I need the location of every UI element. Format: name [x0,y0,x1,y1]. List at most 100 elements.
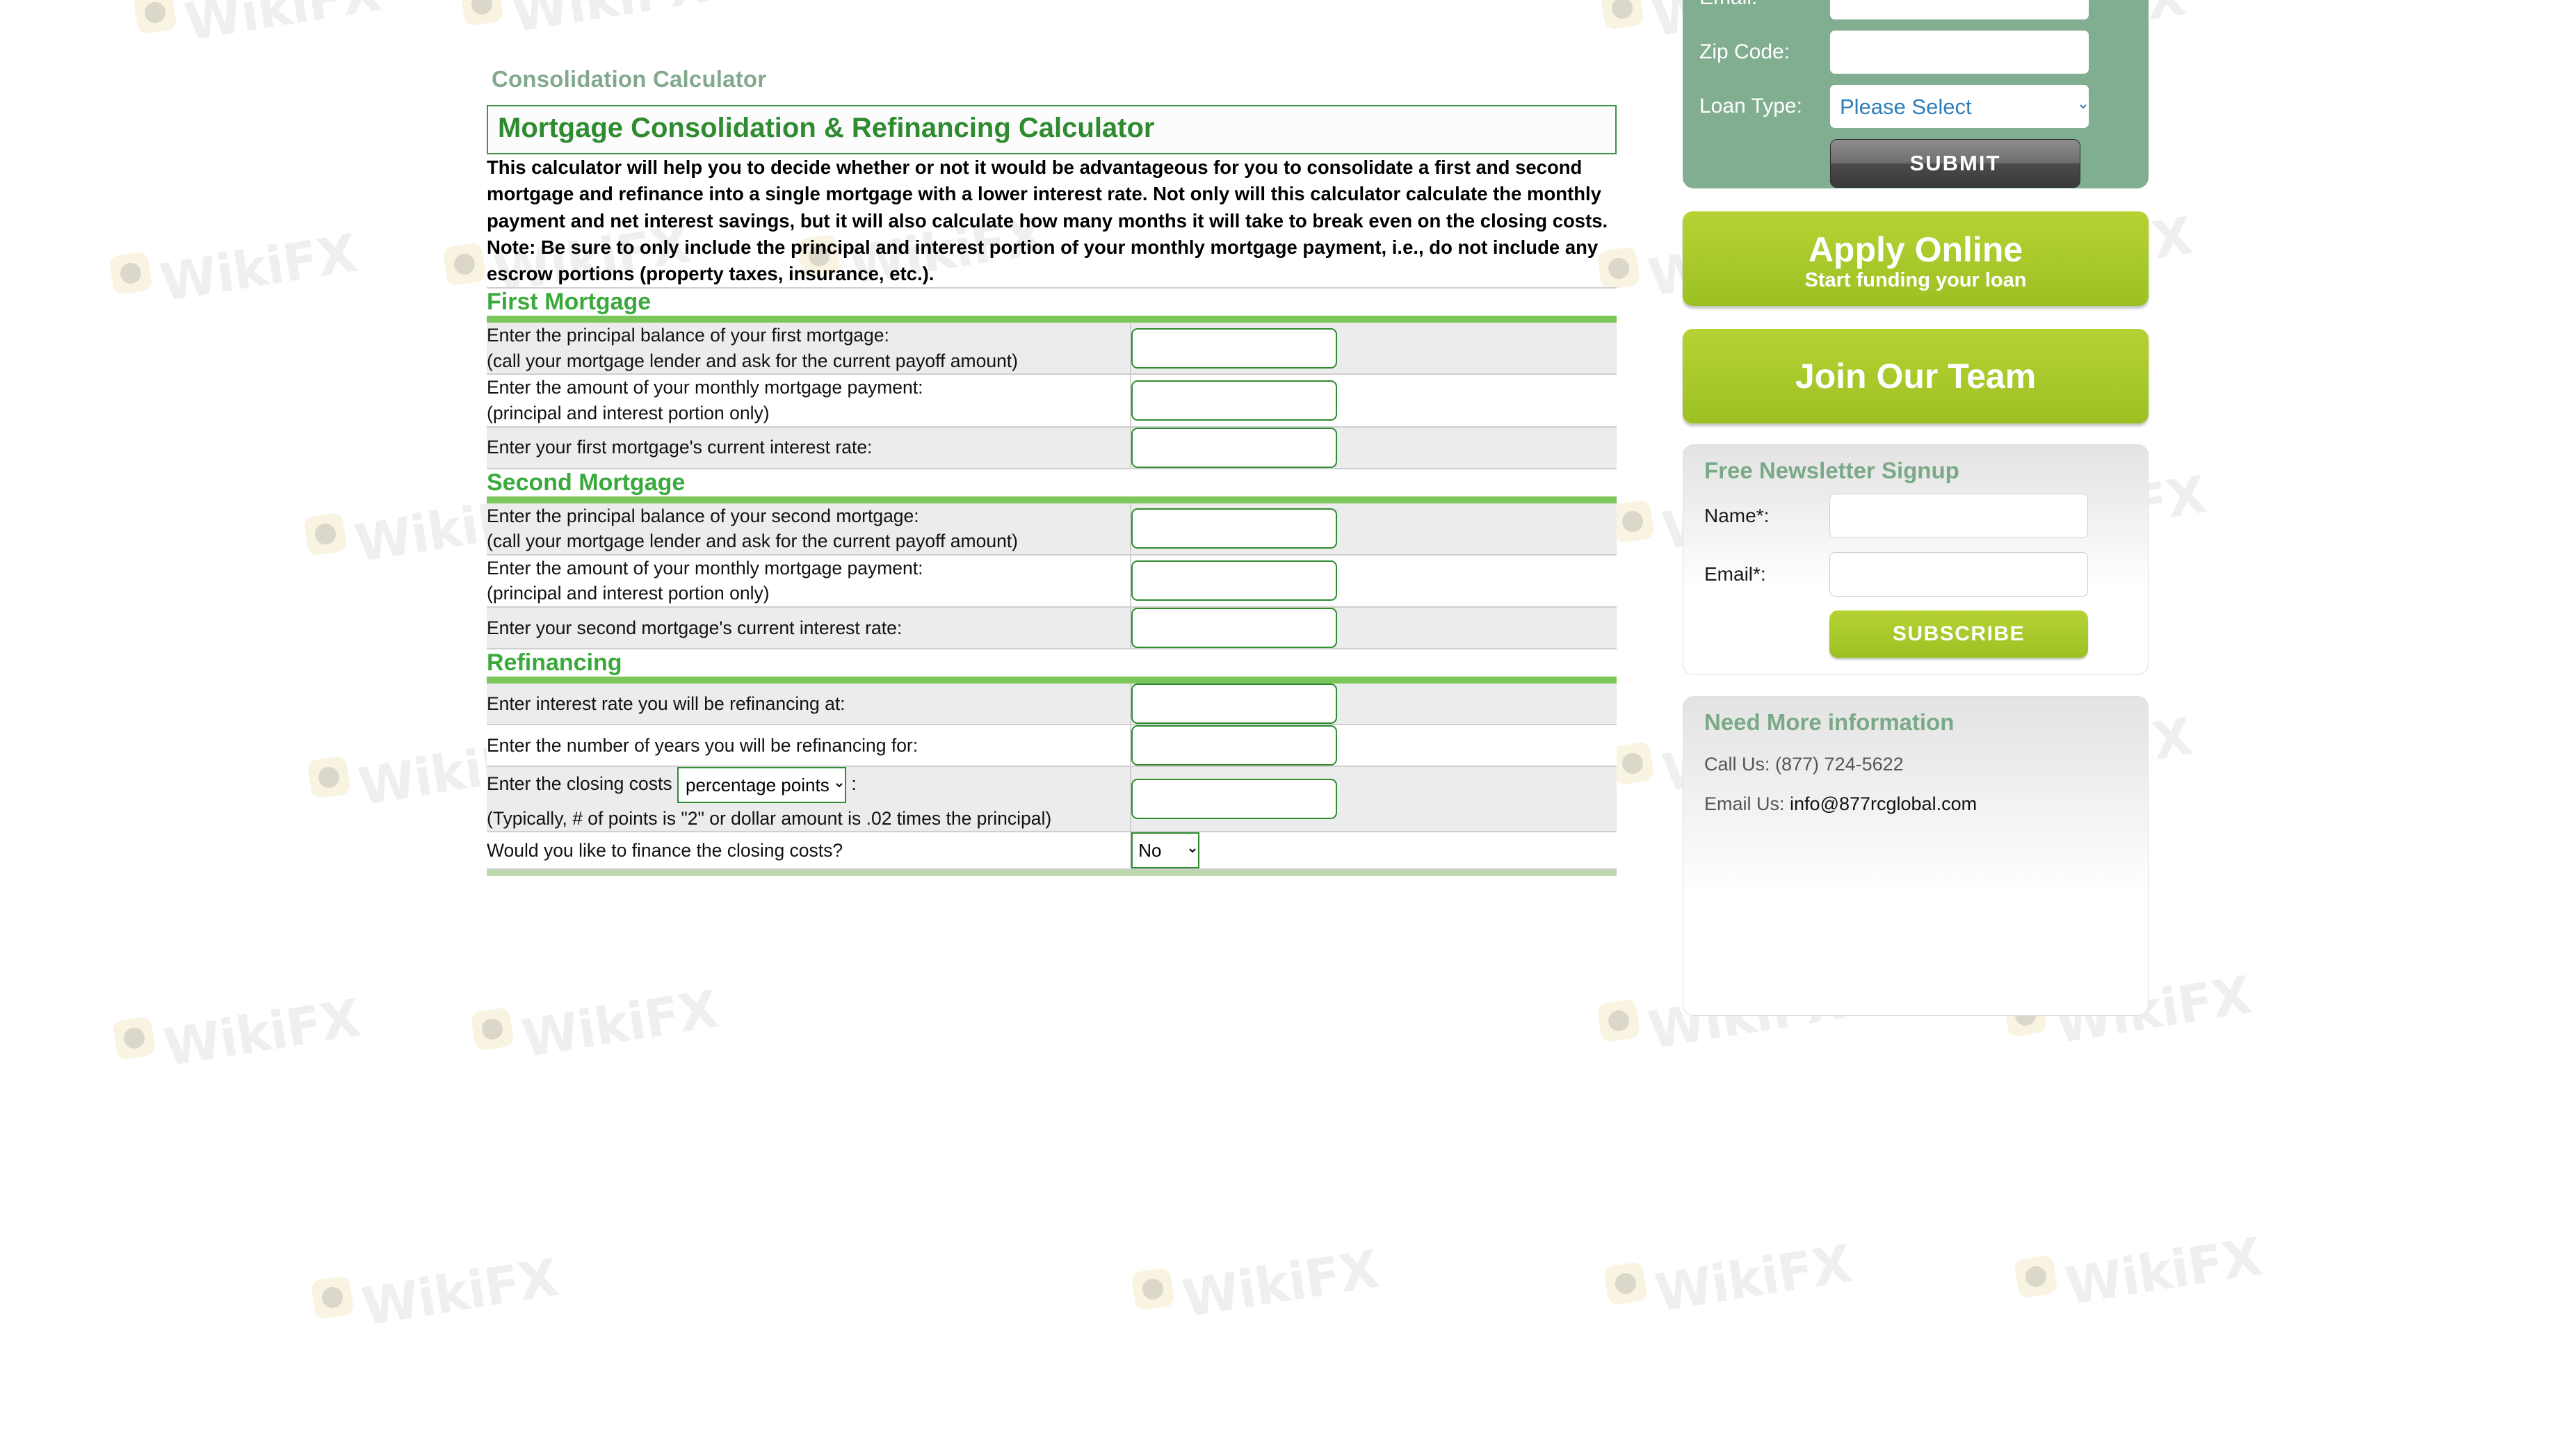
apply-online-subtitle: Start funding your loan [1804,269,2027,292]
table-row: Enter the principal balance of your seco… [487,503,1617,556]
intro-row: This calculator will help you to decide … [487,154,1617,289]
table-row: Enter interest rate you will be refinanc… [487,683,1617,725]
finance-closing-costs-select[interactable]: No Yes [1131,832,1200,869]
table-row: Enter the closing costs percentage point… [487,766,1617,833]
intro-text: This calculator will help you to decide … [487,154,1617,289]
row-label: Enter the principal balance of your seco… [487,503,1132,556]
email-label: Email: [1699,0,1830,10]
watermark-text: WikiFX [2062,1227,2266,1317]
row-value [1131,554,1617,608]
closing-costs-label-prefix: Enter the closing costs [487,773,672,794]
calculator-form-table: This calculator will help you to decide … [487,154,1617,877]
row-value [1131,426,1617,469]
sidebar: Email: Zip Code: Loan Type: Please Selec… [1683,0,2149,1016]
section-divider [487,316,1617,323]
row-value: No Yes [1131,832,1617,871]
row-value [1131,683,1617,725]
watermark-text: WikiFX [1651,1233,1856,1324]
newsletter-email-label: Email*: [1704,563,1766,585]
join-our-team-button[interactable]: Join Our Team [1683,329,2149,423]
submit-button[interactable]: SUBMIT [1830,139,2080,188]
row-label-closing-costs: Enter the closing costs percentage point… [487,766,1132,833]
row-label: Enter the number of years you will be re… [487,724,1132,767]
page-title: Mortgage Consolidation & Refinancing Cal… [498,113,1155,143]
row-label: Enter the amount of your monthly mortgag… [487,554,1132,608]
need-more-information-card: Need More information Call Us: (877) 724… [1683,696,2149,1016]
section-header-row: First Mortgage [487,288,1617,316]
row-label: Enter interest rate you will be refinanc… [487,683,1132,725]
call-us-prefix: Call Us: [1704,754,1776,775]
bottom-divider [487,869,1617,877]
watermark-text: WikiFX [181,0,385,53]
first-principal-balance-input[interactable] [1131,327,1338,369]
row-label: Enter your second mortgage's current int… [487,606,1132,649]
lead-email-input[interactable] [1830,0,2089,19]
section-title-refinancing: Refinancing [487,648,1617,677]
watermark-text: WikiFX [358,1247,563,1338]
zip-code-label: Zip Code: [1699,40,1790,63]
email-us-prefix: Email Us: [1704,793,1790,814]
table-row: Enter the amount of your monthly mortgag… [487,374,1617,428]
watermark-text: WikiFX [518,979,722,1069]
lead-zip-input[interactable] [1830,31,2089,74]
loan-type-label: Loan Type: [1699,95,1802,118]
second-principal-balance-input[interactable] [1131,508,1338,549]
row-value [1131,724,1617,767]
table-row: Enter the principal balance of your firs… [487,323,1617,375]
section-rule-row [487,496,1617,503]
watermark-text: WikiFX [1179,1239,1383,1329]
table-row: Enter the number of years you will be re… [487,724,1617,767]
lead-field-row-email: Email: [1699,0,2132,19]
call-us-line: Call Us: (877) 724-5622 [1700,754,2131,775]
row-value [1131,323,1617,375]
bottom-rule-row [487,869,1617,877]
second-interest-rate-input[interactable] [1131,607,1338,648]
first-monthly-payment-input[interactable] [1131,380,1338,421]
newsletter-signup-card: Free Newsletter Signup Name*: Email*: SU… [1683,444,2149,675]
apply-online-button[interactable]: Apply Online Start funding your loan [1683,211,2149,306]
section-header-row: Second Mortgage [487,468,1617,496]
subscribe-button[interactable]: SUBSCRIBE [1829,610,2088,658]
table-row: Enter the amount of your monthly mortgag… [487,554,1617,608]
refi-interest-rate-input[interactable] [1131,683,1338,724]
lead-field-row-loan-type: Loan Type: Please Select Purchase Refina… [1699,85,2132,128]
section-rule-row [487,316,1617,323]
section-divider [487,676,1617,683]
newsletter-email-row: Email*: [1700,552,2131,597]
section-rule-row [487,676,1617,683]
newsletter-name-label: Name*: [1704,505,1770,526]
newsletter-name-input[interactable] [1829,494,2088,538]
closing-costs-unit-select[interactable]: percentage points dollar amount [677,766,846,803]
row-label: Enter the principal balance of your firs… [487,323,1132,375]
closing-costs-input[interactable] [1131,779,1338,820]
first-interest-rate-input[interactable] [1131,427,1338,468]
phone-number: (877) 724-5622 [1775,754,1904,775]
breadcrumb: Consolidation Calculator [492,66,767,92]
row-value [1131,606,1617,649]
row-label: Would you like to finance the closing co… [487,832,1132,871]
row-label: Enter your first mortgage's current inte… [487,426,1132,469]
closing-costs-label-suffix: : [851,773,857,794]
contact-email[interactable]: info@877rcglobal.com [1790,793,1977,814]
row-value [1131,766,1617,833]
watermark-text: WikiFX [160,988,364,1078]
refi-years-input[interactable] [1131,725,1338,766]
calculator-panel: Mortgage Consolidation & Refinancing Cal… [487,105,1617,155]
table-row: Enter your second mortgage's current int… [487,606,1617,649]
info-card-title: Need More information [1704,709,1955,735]
section-divider [487,496,1617,503]
table-row: Would you like to finance the closing co… [487,832,1617,871]
second-monthly-payment-input[interactable] [1131,560,1338,601]
section-title-second-mortgage: Second Mortgage [487,468,1617,496]
newsletter-email-input[interactable] [1829,552,2088,597]
section-header-row: Refinancing [487,648,1617,677]
watermark-text: WikiFX [156,223,361,314]
newsletter-name-row: Name*: [1700,494,2131,538]
newsletter-title: Free Newsletter Signup [1704,458,1959,483]
table-row: Enter your first mortgage's current inte… [487,426,1617,469]
row-label: Enter the amount of your monthly mortgag… [487,374,1132,428]
lead-field-row-zip: Zip Code: [1699,31,2132,74]
section-title-first-mortgage: First Mortgage [487,288,1617,316]
loan-type-select[interactable]: Please Select Purchase Refinance Home Eq… [1830,85,2089,128]
closing-costs-note: (Typically, # of points is "2" or dollar… [487,807,1052,829]
